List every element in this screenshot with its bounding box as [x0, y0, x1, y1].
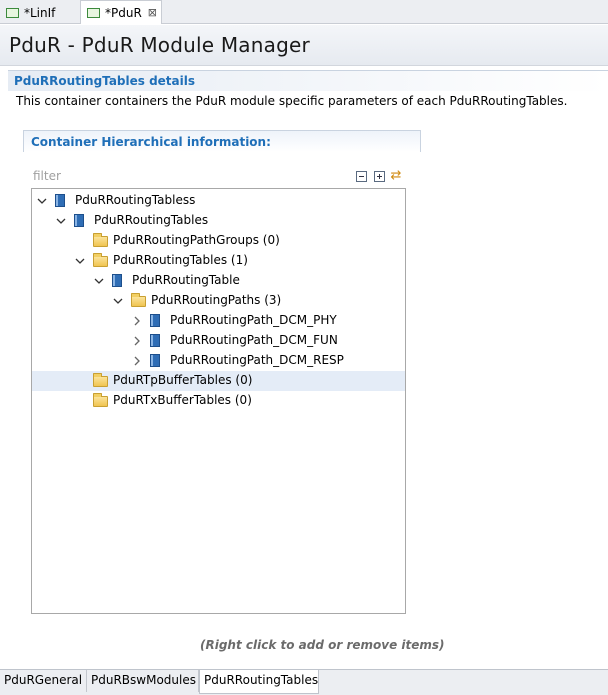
expand-all-button[interactable]	[372, 169, 386, 183]
collapse-all-button[interactable]	[354, 169, 368, 183]
editor-tab-bar: *LinIf *PduR ⊠	[0, 0, 608, 24]
tab-pdur[interactable]: *PduR ⊠	[80, 0, 162, 24]
tree-item-label: PduRTpBufferTables (0)	[113, 373, 253, 387]
tab-linif-label: *LinIf	[24, 5, 56, 20]
folder-icon	[93, 373, 108, 387]
module-icon	[87, 7, 100, 18]
section-description: This container containers the PduR modul…	[16, 94, 568, 108]
editor-header: PduR - PduR Module Manager	[0, 25, 608, 66]
folder-icon	[93, 393, 108, 407]
folder-icon	[131, 293, 146, 307]
tree-item-label: PduRRoutingPaths (3)	[151, 293, 282, 307]
tab-pdurroutingtables-label: PduRRoutingTables	[204, 673, 319, 687]
expand-all-icon	[373, 170, 385, 182]
tree-item[interactable]: PduRRoutingPaths (3)	[32, 291, 405, 311]
tree-item-label: PduRRoutingTable	[132, 273, 240, 287]
chevron-down-icon[interactable]	[74, 255, 86, 267]
tree-item-label: PduRRoutingTables (1)	[113, 253, 248, 267]
container-icon	[74, 214, 84, 227]
tree-item-label: PduRRoutingPath_DCM_RESP	[170, 353, 344, 367]
chevron-right-icon[interactable]	[131, 355, 143, 367]
tree-item[interactable]: PduRTpBufferTables (0)	[32, 371, 405, 391]
tree-item-label: PduRRoutingTabless	[75, 193, 196, 207]
hint-text: (Right click to add or remove items)	[200, 638, 445, 652]
container-icon	[150, 334, 160, 347]
tree-item-label: PduRRoutingPathGroups (0)	[113, 233, 280, 247]
container-icon	[112, 274, 122, 287]
container-icon	[55, 194, 65, 207]
folder-icon	[93, 233, 108, 247]
tree-item[interactable]: PduRRoutingPath_DCM_PHY	[32, 311, 405, 331]
tab-pdurroutingtables[interactable]: PduRRoutingTables	[199, 670, 319, 694]
tree-item[interactable]: PduRRoutingTabless	[32, 191, 405, 211]
sync-icon: ⇄	[390, 168, 402, 183]
chevron-right-icon[interactable]	[131, 315, 143, 327]
chevron-down-icon[interactable]	[93, 275, 105, 287]
tree-item-label: PduRRoutingPath_DCM_PHY	[170, 313, 337, 327]
tab-pdurbswmodules[interactable]: PduRBswModules	[87, 670, 199, 692]
tree-item-label: PduRRoutingPath_DCM_FUN	[170, 333, 338, 347]
collapse-all-icon	[355, 170, 367, 182]
tab-pdur-label: *PduR	[105, 5, 142, 20]
hierarchy-group-header: Container Hierarchical information:	[23, 130, 421, 152]
folder-icon	[93, 253, 108, 267]
close-icon[interactable]: ⊠	[148, 6, 157, 19]
page-title: PduR - PduR Module Manager	[9, 33, 310, 57]
tree-item[interactable]: PduRRoutingPath_DCM_FUN	[32, 331, 405, 351]
page-tab-bar: PduRGeneral PduRBswModules PduRRoutingTa…	[0, 669, 608, 695]
filter-input[interactable]	[33, 168, 213, 184]
tree-item[interactable]: PduRTxBufferTables (0)	[32, 391, 405, 411]
details-section: PduRRoutingTables details This container…	[8, 70, 608, 110]
tree-item-label: PduRTxBufferTables (0)	[113, 393, 252, 407]
tab-pdurgeneral[interactable]: PduRGeneral	[0, 670, 87, 692]
module-icon	[6, 7, 19, 18]
sync-button[interactable]: ⇄	[389, 169, 403, 183]
chevron-down-icon[interactable]	[36, 195, 48, 207]
container-tree[interactable]: PduRRoutingTabless PduRRoutingTables PduRR…	[31, 188, 406, 614]
tab-pdurbswmodules-label: PduRBswModules	[91, 673, 196, 687]
section-header: PduRRoutingTables details	[8, 70, 608, 91]
hierarchy-title: Container Hierarchical information:	[31, 135, 271, 149]
section-title: PduRRoutingTables details	[14, 74, 196, 88]
tree-item-label: PduRRoutingTables	[94, 213, 209, 227]
tab-linif[interactable]: *LinIf	[0, 1, 79, 24]
chevron-down-icon[interactable]	[55, 215, 67, 227]
container-icon	[150, 314, 160, 327]
tree-item[interactable]: PduRRoutingTable	[32, 271, 405, 291]
chevron-down-icon[interactable]	[112, 295, 124, 307]
tab-pdurgeneral-label: PduRGeneral	[4, 673, 83, 687]
chevron-right-icon[interactable]	[131, 335, 143, 347]
tree-item[interactable]: PduRRoutingTables	[32, 211, 405, 231]
tree-item[interactable]: PduRRoutingPathGroups (0)	[32, 231, 405, 251]
container-icon	[150, 354, 160, 367]
tree-item[interactable]: PduRRoutingTables (1)	[32, 251, 405, 271]
tree-item[interactable]: PduRRoutingPath_DCM_RESP	[32, 351, 405, 371]
